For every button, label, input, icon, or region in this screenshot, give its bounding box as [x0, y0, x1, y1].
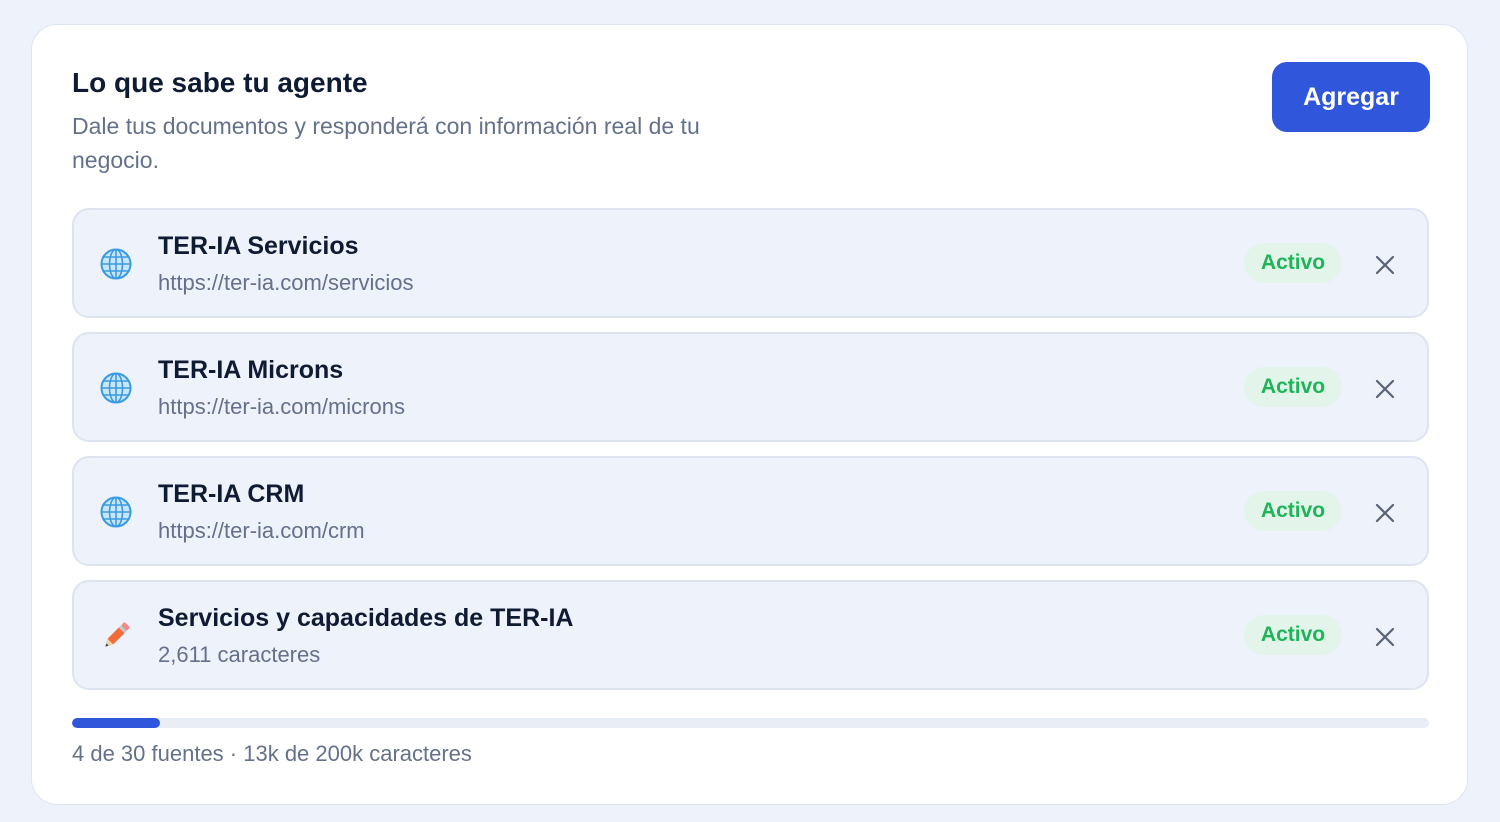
page-subtitle: Dale tus documentos y responderá con inf…	[72, 113, 700, 173]
close-icon	[1375, 503, 1395, 523]
globe-icon	[100, 496, 132, 528]
source-item[interactable]: TER-IA Microns https://ter-ia.com/micron…	[72, 332, 1429, 442]
remove-source-button[interactable]	[1361, 367, 1409, 411]
source-url: https://ter-ia.com/crm	[158, 518, 365, 543]
source-item[interactable]: Servicios y capacidades de TER-IA 2,611 …	[72, 580, 1429, 690]
source-title: TER-IA Microns	[158, 356, 344, 384]
globe-icon	[100, 372, 132, 404]
close-icon	[1375, 379, 1395, 399]
source-url: https://ter-ia.com/servicios	[158, 270, 414, 295]
remove-source-button[interactable]	[1361, 615, 1409, 659]
source-char-count: 2,611 caracteres	[158, 642, 321, 667]
usage-summary: 4 de 30 fuentes · 13k de 200k caracteres	[72, 741, 472, 766]
status-badge: Activo	[1244, 615, 1342, 655]
usage-progress-fill	[72, 718, 161, 728]
source-list: TER-IA Servicios https://ter-ia.com/serv…	[72, 208, 1429, 704]
page-title: Lo que sabe tu agente	[72, 67, 368, 98]
add-source-button[interactable]: Agregar	[1272, 62, 1430, 132]
usage-progress-bar	[72, 718, 1429, 728]
source-title: TER-IA Servicios	[158, 232, 359, 260]
remove-source-button[interactable]	[1361, 491, 1409, 535]
source-item[interactable]: TER-IA Servicios https://ter-ia.com/serv…	[72, 208, 1429, 318]
remove-source-button[interactable]	[1361, 243, 1409, 287]
close-icon	[1375, 627, 1395, 647]
source-title: Servicios y capacidades de TER-IA	[158, 604, 574, 632]
source-url: https://ter-ia.com/microns	[158, 394, 405, 419]
source-item[interactable]: TER-IA CRM https://ter-ia.com/crm Activo	[72, 456, 1429, 566]
source-title: TER-IA CRM	[158, 480, 305, 508]
status-badge: Activo	[1244, 491, 1342, 531]
knowledge-card: Lo que sabe tu agente Dale tus documento…	[31, 24, 1468, 805]
pencil-icon	[105, 622, 130, 647]
close-icon	[1375, 255, 1395, 275]
globe-icon	[100, 248, 132, 280]
status-badge: Activo	[1244, 243, 1342, 283]
status-badge: Activo	[1244, 367, 1342, 407]
